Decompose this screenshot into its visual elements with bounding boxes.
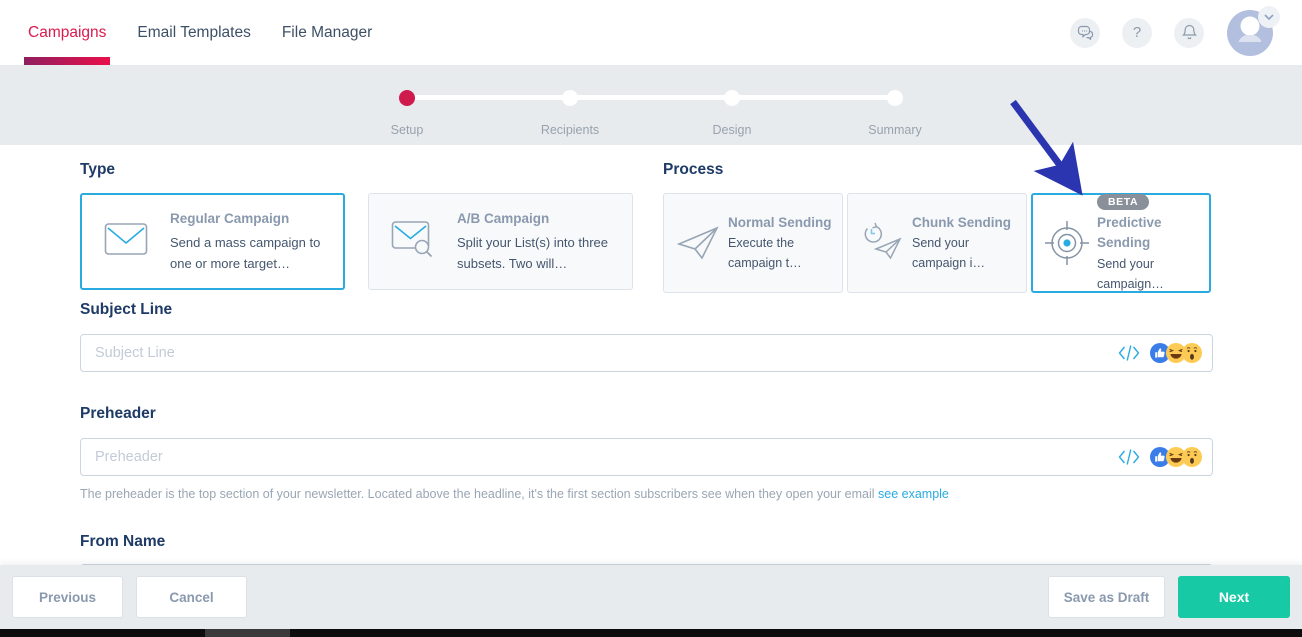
user-menu[interactable] — [1226, 9, 1274, 57]
beta-badge: BETA — [1097, 194, 1149, 210]
step-label: Recipients — [510, 123, 630, 137]
type-section: Type Regular Campaign Send a mass campai… — [80, 161, 631, 290]
step-dot[interactable] — [399, 90, 415, 106]
card-title: A/B Campaign — [457, 209, 632, 229]
process-cards: Normal Sending Execute the campaign t… C… — [663, 193, 1213, 293]
wow-emoji-icon[interactable] — [1182, 447, 1202, 467]
card-ab-campaign[interactable]: A/B Campaign Split your List(s) into thr… — [368, 193, 633, 290]
preheader-input-wrap — [80, 438, 1213, 476]
taskbar-strip — [0, 629, 1302, 637]
card-title: Predictive Sending — [1097, 213, 1205, 254]
card-description: Send a mass campaign to one or more targ… — [170, 232, 343, 274]
paper-plane-icon — [674, 224, 722, 262]
stepper-band: Setup Recipients Design Summary — [0, 65, 1302, 145]
preheader-section: Preheader — [80, 405, 1213, 501]
card-text: A/B Campaign Split your List(s) into thr… — [457, 209, 632, 273]
preheader-input[interactable] — [81, 439, 1102, 475]
envelope-search-icon — [391, 219, 435, 264]
card-title: Normal Sending — [728, 213, 836, 233]
nav-item-label: Campaigns — [28, 24, 106, 42]
card-text: Normal Sending Execute the campaign t… — [728, 213, 836, 274]
card-text: BETA Predictive Sending Send your campai… — [1097, 192, 1205, 294]
card-normal-sending[interactable]: Normal Sending Execute the campaign t… — [663, 193, 843, 293]
subject-input-wrap — [80, 334, 1213, 372]
preheader-input-icons — [1118, 439, 1202, 475]
step-dot[interactable] — [562, 90, 578, 106]
campaign-setup-page: Campaigns Email Templates File Manager — [0, 0, 1302, 637]
type-heading: Type — [80, 161, 631, 179]
wow-emoji-icon[interactable] — [1182, 343, 1202, 363]
card-description: Send your campaign i… — [912, 233, 1020, 274]
nav-item-label: Email Templates — [137, 24, 250, 42]
card-title: Regular Campaign — [170, 209, 343, 229]
nav-item-label: File Manager — [282, 24, 372, 42]
chevron-down-icon[interactable] — [1258, 6, 1280, 28]
stepper: Setup Recipients Design Summary — [407, 65, 895, 145]
subject-heading: Subject Line — [80, 301, 1213, 319]
step-label: Summary — [835, 123, 955, 137]
next-button[interactable]: Next — [1178, 576, 1290, 618]
type-cards: Regular Campaign Send a mass campaign to… — [80, 193, 631, 290]
card-chunk-sending[interactable]: Chunk Sending Send your campaign i… — [847, 193, 1027, 293]
card-text: Chunk Sending Send your campaign i… — [912, 213, 1020, 274]
subject-input-icons — [1118, 335, 1202, 371]
nav-item-campaigns[interactable]: Campaigns — [28, 0, 106, 65]
preheader-helper: The preheader is the top section of your… — [80, 487, 1213, 501]
card-text: Regular Campaign Send a mass campaign to… — [170, 209, 343, 273]
card-title: Chunk Sending — [912, 213, 1020, 233]
clock-plane-icon — [858, 221, 906, 265]
top-nav: Campaigns Email Templates File Manager — [0, 0, 1302, 65]
from-name-heading: From Name — [80, 533, 1213, 551]
nav-item-email-templates[interactable]: Email Templates — [137, 0, 250, 65]
previous-button[interactable]: Previous — [12, 576, 123, 618]
subject-section: Subject Line — [80, 301, 1213, 372]
subject-input[interactable] — [81, 335, 1102, 371]
help-icon[interactable]: ? — [1122, 18, 1152, 48]
footer-bar: Previous Cancel Save as Draft Next — [0, 565, 1302, 629]
preheader-heading: Preheader — [80, 405, 1213, 423]
taskbar-segment — [205, 629, 290, 637]
help-glyph: ? — [1133, 24, 1141, 41]
step-dot[interactable] — [724, 90, 740, 106]
card-description: Split your List(s) into three subsets. T… — [457, 232, 632, 274]
save-as-draft-button[interactable]: Save as Draft — [1048, 576, 1165, 618]
footer-right: Save as Draft Next — [1048, 576, 1302, 618]
process-section: Process Normal Sending Execute the campa… — [663, 161, 1213, 293]
card-description: Execute the campaign t… — [728, 233, 836, 274]
target-icon — [1043, 220, 1091, 266]
card-predictive-sending[interactable]: BETA Predictive Sending Send your campai… — [1031, 193, 1211, 293]
personalization-tag-icon[interactable] — [1118, 448, 1140, 466]
preheader-helper-text: The preheader is the top section of your… — [80, 487, 878, 501]
nav-icons: ? — [1070, 0, 1274, 65]
process-heading: Process — [663, 161, 1213, 179]
bell-icon[interactable] — [1174, 18, 1204, 48]
card-regular-campaign[interactable]: Regular Campaign Send a mass campaign to… — [80, 193, 345, 290]
step-label: Design — [672, 123, 792, 137]
active-tab-underline — [24, 57, 110, 65]
chat-icon[interactable] — [1070, 18, 1100, 48]
card-description: Send your campaign… — [1097, 254, 1205, 295]
stepper-line — [407, 95, 895, 100]
step-label: Setup — [347, 123, 467, 137]
see-example-link[interactable]: see example — [878, 487, 949, 501]
envelope-icon — [104, 221, 148, 262]
nav-items: Campaigns Email Templates File Manager — [28, 0, 372, 65]
step-dot[interactable] — [887, 90, 903, 106]
nav-item-file-manager[interactable]: File Manager — [282, 0, 372, 65]
cancel-button[interactable]: Cancel — [136, 576, 247, 618]
personalization-tag-icon[interactable] — [1118, 344, 1140, 362]
